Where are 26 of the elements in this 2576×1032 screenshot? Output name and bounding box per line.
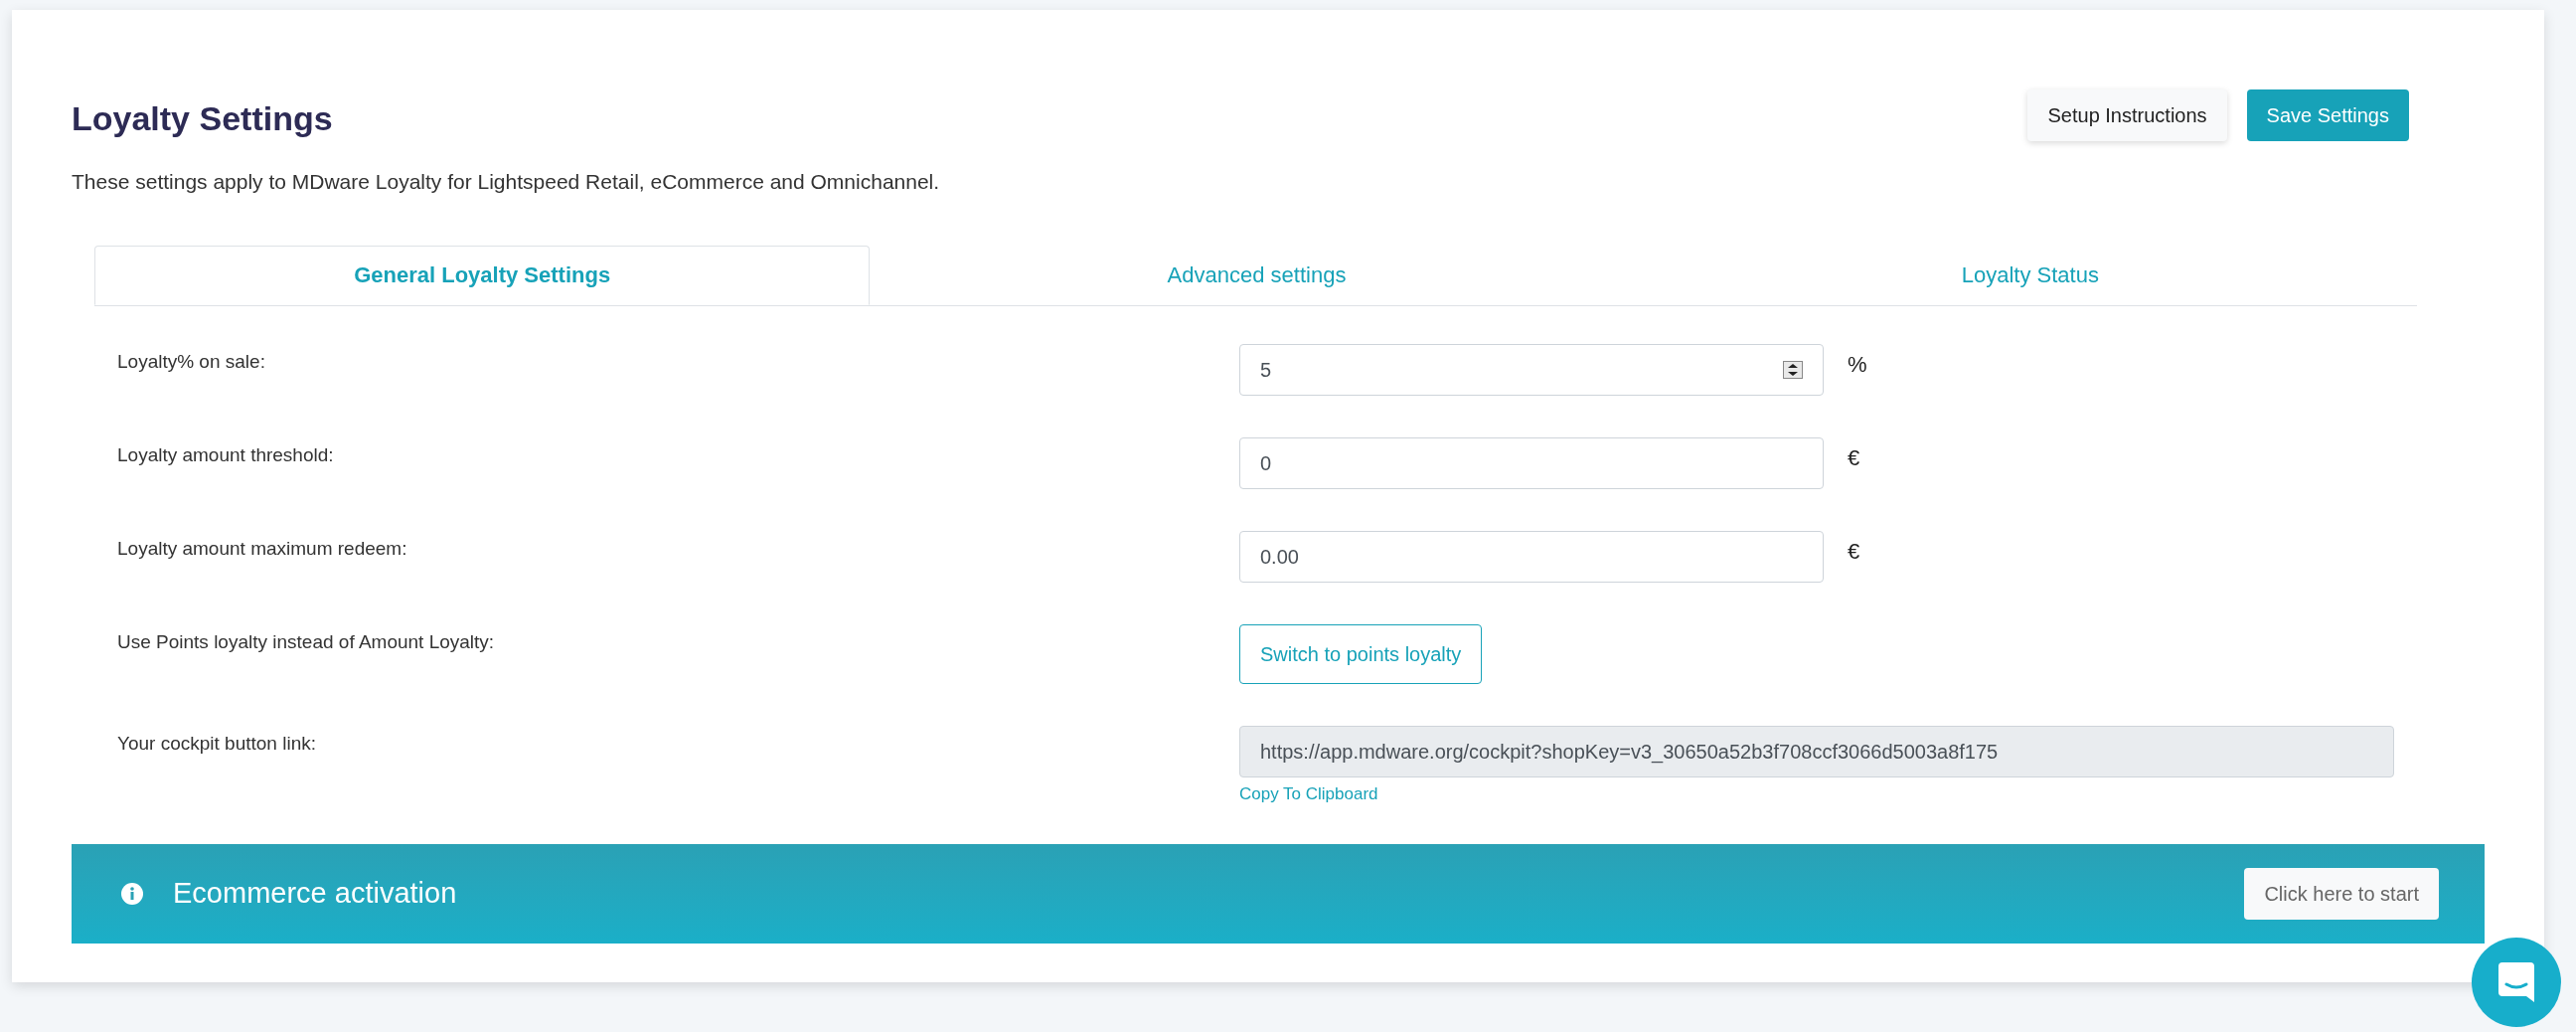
instructions-button[interactable]: Setup Instructions	[2027, 89, 2227, 141]
spinner-icon[interactable]	[1783, 360, 1803, 379]
page-title: Loyalty Settings	[72, 98, 333, 139]
input-field[interactable]: 0	[1239, 436, 1824, 489]
switch-button[interactable]: Switch to points loyalty	[1239, 623, 1483, 684]
tab[interactable]: Loyalty Status	[1643, 245, 2417, 305]
setting-label: Loyalty% on sale:	[116, 349, 266, 374]
start-button[interactable]: Click here to start	[2244, 868, 2439, 920]
tab[interactable]: General Loyalty Settings	[94, 245, 871, 305]
copy-link[interactable]: Copy To Clipboard	[1239, 780, 1378, 806]
unit-label: €	[1848, 537, 1860, 566]
tab[interactable]: Advanced settings	[870, 245, 1644, 305]
input-field[interactable]: 0.00	[1239, 530, 1824, 583]
input-field[interactable]: 5	[1239, 343, 1824, 396]
save-button[interactable]: Save Settings	[2246, 89, 2409, 141]
link-field[interactable]: https://app.mdware.org/cockpit?shopKey=v3_30650a52b3f708ccf3066d5003a8f175	[1239, 725, 2394, 777]
unit-label: €	[1848, 443, 1860, 472]
info-icon	[121, 883, 143, 905]
setting-label: Use Points loyalty instead of Amount Loyalty:	[116, 629, 496, 654]
description-text: These settings apply to MDware Loyalty for Lightspeed Retail, eCommerce and Omnichannel.	[72, 169, 941, 195]
setting-label: Loyalty amount threshold:	[116, 442, 335, 467]
unit-label: %	[1848, 350, 1867, 379]
chat-icon	[2496, 960, 2536, 1004]
setting-label: Your cockpit button link:	[116, 731, 317, 756]
setting-label: Loyalty amount maximum redeem:	[116, 536, 408, 561]
banner-title: Ecommerce activation	[173, 876, 457, 912]
